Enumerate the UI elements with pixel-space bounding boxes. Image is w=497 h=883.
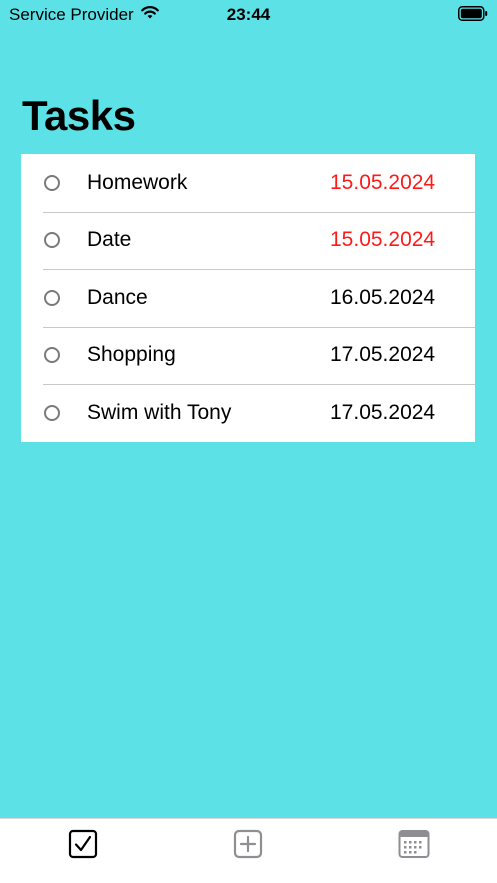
status-time: 23:44 [226,5,271,24]
task-row[interactable]: Homework 15.05.2024 [21,154,475,212]
task-date: 16.05.2024 [330,285,436,309]
task-name: Dance [87,285,148,309]
task-name: Homework [87,170,188,194]
task-name: Shopping [87,343,176,367]
task-checkbox[interactable] [44,347,60,364]
task-row[interactable]: Dance 16.05.2024 [21,269,475,327]
page-title: Tasks [22,92,136,139]
task-row[interactable]: Shopping 17.05.2024 [21,326,475,385]
task-checkbox[interactable] [44,174,60,191]
status-bar: Service Provider 23:44 [0,0,497,30]
tab-calendar[interactable] [398,829,430,859]
task-date: 15.05.2024 [330,170,436,194]
checkmark-square-icon [68,829,98,859]
task-checkbox[interactable] [44,404,60,421]
task-row[interactable]: Swim with Tony 17.05.2024 [21,384,475,442]
plus-square-icon [233,829,263,859]
task-date: 15.05.2024 [330,228,436,252]
task-name: Swim with Tony [87,400,232,424]
app-screen: Service Provider 23:44 Tasks Homework 15… [0,0,497,883]
task-list: Homework 15.05.2024 Date 15.05.2024 Danc… [21,154,475,442]
task-checkbox[interactable] [44,289,60,306]
calendar-icon [398,829,430,859]
task-date: 17.05.2024 [330,343,436,367]
tab-tasks[interactable] [68,829,98,859]
tab-add-task[interactable] [233,829,263,859]
task-row[interactable]: Date 15.05.2024 [21,211,475,270]
task-checkbox[interactable] [44,232,60,249]
battery-icon [458,6,488,21]
task-name: Date [87,228,132,252]
tab-bar [0,818,497,883]
task-date: 17.05.2024 [330,400,436,424]
